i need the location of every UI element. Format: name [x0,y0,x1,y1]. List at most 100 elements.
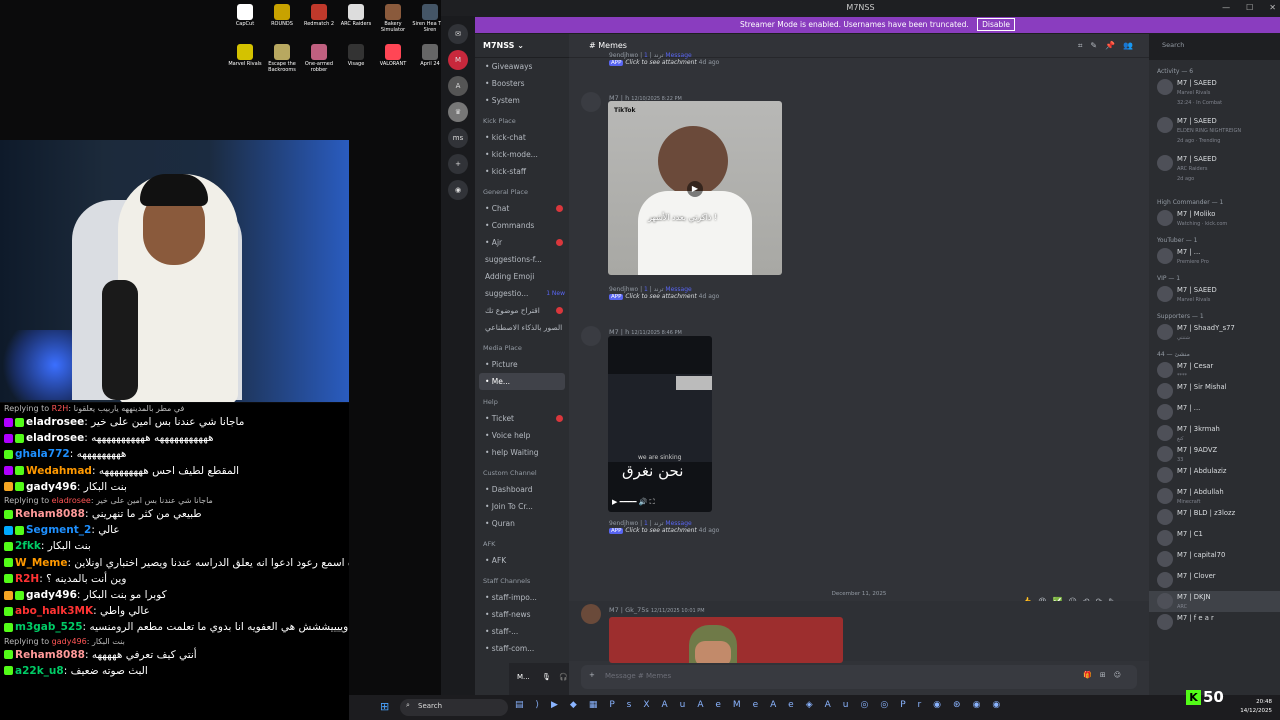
add-server-icon[interactable]: + [448,154,468,174]
desktop-icon[interactable]: Bakery Simulator [373,4,413,33]
member-item[interactable]: M7 | Sir Mishal [1149,381,1280,402]
channel-item[interactable]: suggestio... 1 New [475,285,569,302]
play-icon[interactable]: ▶ [687,181,703,197]
server-icon-active[interactable]: M [448,50,468,70]
channel-item[interactable]: • Chat [475,200,569,217]
home-icon[interactable]: ✉ [448,24,468,44]
discover-icon[interactable]: ◉ [448,180,468,200]
headphones-icon[interactable]: 🎧 [559,673,568,681]
desktop-icon[interactable]: One-armed robber [299,44,339,73]
channel-item[interactable]: • staff-com... [475,640,569,657]
chat-username[interactable]: Segment_2 [26,524,91,536]
sinking-video[interactable]: we are sinking نحن نغرق ▶ ━━━━ 🔊 ⛶ [608,336,712,512]
channel-item[interactable]: • Me... [479,373,565,390]
channel-item[interactable]: • kick-chat [475,129,569,146]
member-item[interactable]: M7 | Abdullah Minecraft [1149,486,1280,507]
channel-item[interactable]: Adding Emoji [475,268,569,285]
maximize-icon[interactable]: ☐ [1246,0,1253,16]
desktop-icon[interactable]: VALORANT [373,44,413,68]
member-item[interactable]: M7 | ... [1149,402,1280,423]
message-input[interactable]: + Message # Memes 🎁⊞☺ [581,665,1137,689]
member-item[interactable]: M7 | SAEED Marvel Rivals [1149,284,1280,305]
avatar[interactable] [581,326,601,346]
channel-item[interactable]: • Boosters [475,75,569,92]
server-abbr-icon[interactable]: ms [448,128,468,148]
member-item[interactable]: M7 | Abdulaziz [1149,465,1280,486]
attachment-link[interactable]: Click to see attachment [625,59,696,66]
member-item[interactable]: M7 | 3krmah كنغ [1149,423,1280,444]
message-author[interactable]: M7 | Gk_75s 12/11/2025 10:01 PM [609,606,705,614]
chat-username[interactable]: W_Meme [15,557,67,569]
desktop-icon[interactable]: ROUNDS [262,4,302,28]
member-item[interactable]: M7 | C1 [1149,528,1280,549]
chat-username[interactable]: eladrosee [26,432,84,444]
desktop-icon[interactable]: Visage [336,44,376,68]
channel-item[interactable]: • Commands [475,217,569,234]
channel-item[interactable]: • Dashboard [475,481,569,498]
channel-item[interactable]: • Picture [475,356,569,373]
disable-button[interactable]: Disable [977,18,1015,31]
add-attachment-icon[interactable]: + [589,671,595,679]
channel-item[interactable]: • staff-... [475,623,569,640]
chat-username[interactable]: Wedahmad [26,465,92,477]
attachment-link[interactable]: Click to see attachment [625,293,696,300]
tiktok-video[interactable]: TikTok ذاكرتي بعدد الأشهر ! ▶ [608,101,782,275]
desktop-icon[interactable]: Redmatch 2 [299,4,339,28]
channel-item[interactable]: • kick-mode... [475,146,569,163]
member-item[interactable]: M7 | Moliko Watching · kick.com [1149,208,1280,229]
server-icon[interactable]: ♛ [448,102,468,122]
chat-username[interactable]: 2fkk [15,540,41,552]
desktop-icon[interactable]: Marvel Rivals [225,44,265,68]
channel-item[interactable]: • Ajr [475,234,569,251]
channel-item[interactable]: اقتراح موضوع تك [475,302,569,319]
server-header[interactable]: M7NSS ⌄ [475,34,569,58]
channel-item[interactable]: • Join To Cr... [475,498,569,515]
member-item[interactable]: M7 | 9ADVZ 33 [1149,444,1280,465]
server-icon[interactable]: A [448,76,468,96]
member-item[interactable]: M7 | BLD | z3lozz [1149,507,1280,528]
member-item[interactable]: M7 | SAEED ARC Raiders 2d ago [1149,153,1280,191]
channel-item[interactable]: suggestions-f... [475,251,569,268]
mic-icon[interactable]: 🎙 [542,673,551,681]
close-icon[interactable]: ✕ [1269,0,1276,16]
channel-item[interactable]: • Giveaways [475,58,569,75]
desktop-icon[interactable]: CapCut [225,4,265,28]
channel-item[interactable]: • staff-impo... [475,589,569,606]
attachment-link[interactable]: Click to see attachment [625,527,696,534]
channel-category[interactable]: Help [475,390,569,410]
member-item[interactable]: M7 | ... Premiere Pro [1149,246,1280,267]
avatar[interactable] [581,92,601,112]
chat-username[interactable]: m3gab_525 [15,621,83,633]
chat-username[interactable]: gady496 [26,589,77,601]
search-input[interactable]: Search [1157,39,1280,53]
taskbar-apps[interactable]: ▤⟩▶◆▦PsⅩAuAeMeAe◈Au◎◎Pr◉⊛◉◉ [515,700,1012,710]
member-item[interactable]: M7 | Cesar **** [1149,360,1280,381]
channel-category[interactable]: AFK [475,532,569,552]
desktop-icon[interactable]: ARC Raiders [336,4,376,28]
channel-item[interactable]: • Quran [475,515,569,532]
member-item[interactable]: M7 | SAEED Marvel Rivals 32:24 · In Combat [1149,77,1280,115]
channel-item[interactable]: • Voice help [475,427,569,444]
member-item[interactable]: M7 | f e a r [1149,612,1280,633]
desktop-icon[interactable]: Escape the Backrooms [262,44,302,73]
channel-item[interactable]: • Ticket [475,410,569,427]
chat-username[interactable]: Reham8088 [15,508,85,520]
channel-item[interactable]: • help Waiting [475,444,569,461]
video-controls[interactable]: ▶ ━━━━ 🔊 ⛶ [612,498,708,508]
taskbar-search[interactable]: ⌕ Search [400,699,508,716]
message-author[interactable]: M7 | h 12/11/2025 8:46 PM [609,328,682,336]
minimize-icon[interactable]: — [1222,0,1230,16]
clock[interactable]: 20:48 14/12/2025 [1240,698,1272,716]
member-item[interactable]: M7 | DKJN ARC [1149,591,1280,612]
channel-item[interactable]: الصور بالذكاء الاصطناعي [475,319,569,336]
channel-category[interactable]: General Place [475,180,569,200]
chat-username[interactable]: ghala772 [15,448,70,460]
chat-username[interactable]: abo_halk3MK [15,605,93,617]
channel-item[interactable]: • kick-staff [475,163,569,180]
chat-username[interactable]: R2H [15,573,39,585]
chat-username[interactable]: Reham8088 [15,649,85,661]
gift-icon[interactable]: 🎁⊞☺ [1083,671,1129,679]
channel-category[interactable]: Staff Channels [475,569,569,589]
windows-start-icon[interactable]: ⊞ [380,700,389,713]
avatar[interactable] [581,604,601,624]
